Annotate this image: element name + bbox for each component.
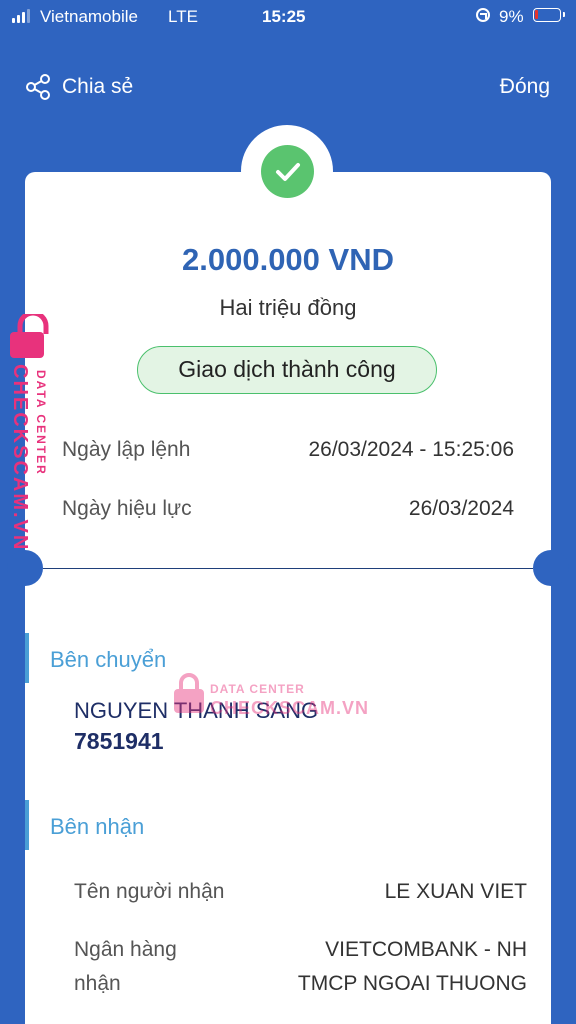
network-type: LTE: [168, 7, 198, 26]
watermark-main-text: CHECKSCAM.VN: [9, 364, 31, 552]
receiver-bank-value: VIETCOMBANK - NH TMCP NGOAI THUONG: [298, 933, 527, 1001]
watermark-lock-icon: [174, 673, 204, 713]
ticket-notch-right: [533, 550, 569, 586]
receiver-bank-label-line2: nhận: [74, 972, 121, 995]
watermark-sub-text: DATA CENTER: [34, 370, 48, 476]
receiver-name-value: LE XUAN VIET: [384, 880, 527, 903]
created-date-label: Ngày lập lệnh: [62, 438, 191, 461]
effective-date-label: Ngày hiệu lực: [62, 497, 192, 520]
share-icon: [26, 74, 50, 100]
success-check: [261, 145, 314, 198]
watermark-sub-text: DATA CENTER: [210, 682, 305, 696]
carrier-name: Vietnamobile: [40, 7, 138, 26]
share-button[interactable]: Chia sẻ: [24, 70, 133, 104]
receiver-bank-value-line2: TMCP NGOAI THUONG: [297, 972, 527, 995]
status-time: 15:25: [262, 7, 306, 26]
transfer-amount: 2.000.000 VND: [182, 242, 394, 277]
lock-rotation-icon: [476, 8, 490, 22]
sender-section-title: Bên chuyển: [50, 647, 167, 672]
receiver-name-label: Tên người nhận: [74, 880, 225, 903]
watermark-lock-icon: [10, 314, 49, 358]
receiver-bank-value-line1: VIETCOMBANK - NH: [325, 938, 527, 961]
status-badge: Giao dịch thành công: [137, 346, 437, 394]
effective-date-value: 26/03/2024: [408, 497, 514, 520]
receiver-bank-label: Ngân hàng nhận: [74, 933, 177, 1001]
sender-section-accent: [25, 633, 29, 683]
watermark-main-text: CHECKSCAM.VN: [210, 698, 370, 718]
signal-icon: [12, 9, 30, 23]
ticket-divider: [43, 568, 533, 569]
receipt-card: 2.000.000 VND Hai triệu đồng Giao dịch t…: [7, 172, 569, 1024]
created-date-value: 26/03/2024 - 15:25:06: [308, 438, 514, 461]
battery-icon: [533, 8, 565, 22]
receiver-section-accent: [25, 800, 29, 850]
watermark-center: DATA CENTER CHECKSCAM.VN: [172, 672, 372, 722]
share-label: Chia sẻ: [62, 75, 134, 98]
close-button[interactable]: Đóng: [500, 70, 550, 104]
receiver-bank-label-line1: Ngân hàng: [74, 938, 177, 961]
amount-in-words: Hai triệu đồng: [219, 295, 357, 320]
watermark-vertical: CHECKSCAM.VN DATA CENTER: [0, 310, 70, 560]
status-bar: Vietnamobile LTE 15:25 9%: [0, 0, 576, 34]
check-icon: [275, 162, 300, 181]
sender-account: 7851941: [74, 728, 164, 754]
receiver-section-title: Bên nhận: [50, 814, 145, 839]
battery-percent: 9%: [499, 7, 524, 26]
